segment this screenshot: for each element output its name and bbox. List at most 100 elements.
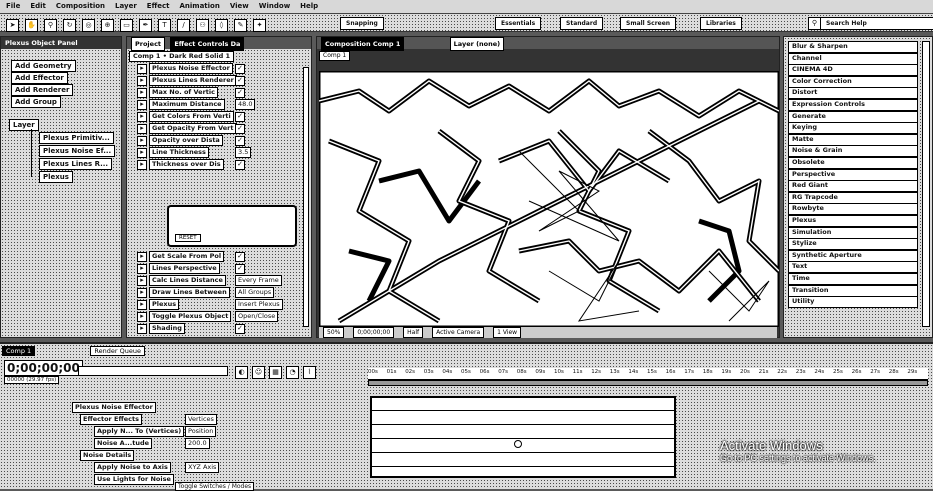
pan-behind-tool-icon[interactable]: ⊕	[101, 19, 114, 32]
effect2-value[interactable]: Open/Close	[235, 311, 279, 322]
add-group-button[interactable]: Add Group	[11, 96, 61, 108]
expand-icon[interactable]: ▸	[137, 148, 147, 158]
timeline-layer-row[interactable]: Noise A...tude 200.0	[0, 438, 360, 449]
expand-icon[interactable]: ▸	[137, 312, 147, 322]
tree-item-plexus[interactable]: Plexus	[39, 171, 73, 183]
add-renderer-button[interactable]: Add Renderer	[11, 84, 74, 96]
keyframe-icon[interactable]	[514, 440, 522, 448]
checkbox[interactable]: ✓	[235, 112, 245, 122]
checkbox[interactable]: ✓	[235, 124, 245, 134]
checkbox[interactable]: ✓	[235, 64, 245, 74]
checkbox[interactable]: ✓	[235, 264, 245, 274]
zoom-tool-icon[interactable]: ⚲	[44, 19, 57, 32]
effect-scrollbar[interactable]	[303, 67, 309, 327]
pen-tool-icon[interactable]: ✒	[139, 19, 152, 32]
menu-composition[interactable]: Composition	[56, 2, 105, 10]
timeline-layer-row[interactable]: Effector Effects Vertices	[0, 414, 360, 425]
menu-view[interactable]: View	[230, 2, 249, 10]
effect-category-item[interactable]: Stylize	[788, 238, 918, 251]
effect-category-item[interactable]: Synthetic Aperture	[788, 249, 918, 262]
tab-layer[interactable]: Layer (none)	[449, 37, 505, 51]
effect-category-item[interactable]: Utility	[788, 296, 918, 309]
search-help-input[interactable]: Search Help	[820, 17, 933, 30]
timeline-layer-value[interactable]: 200.0	[185, 438, 210, 449]
add-effector-button[interactable]: Add Effector	[11, 72, 68, 84]
expand-icon[interactable]: ▸	[137, 124, 147, 134]
graph-editor-icon[interactable]: ⌇	[303, 366, 316, 379]
timeline-search-input[interactable]	[78, 366, 228, 376]
comp-timecode[interactable]: 0;00;00;00	[353, 327, 395, 338]
hand-tool-icon[interactable]: ✋	[25, 19, 38, 32]
shy-icon[interactable]: ☺	[252, 366, 265, 379]
checkbox[interactable]: ✓	[235, 76, 245, 86]
zoom-dropdown[interactable]: 50%	[323, 327, 345, 338]
type-tool-icon[interactable]: T	[158, 19, 171, 32]
expand-icon[interactable]: ▸	[137, 76, 147, 86]
checkbox[interactable]: ✓	[235, 160, 245, 170]
time-ruler[interactable]: 00s 01s 02s 03s 04s 05s 06s 07s 08s 09s 10s 11s 12s 1…	[368, 368, 928, 380]
timeline-timecode[interactable]: 0;00;00;00	[4, 360, 83, 376]
effect-category-item[interactable]: Perspective	[788, 168, 918, 181]
effect-category-item[interactable]: Blur & Sharpen	[788, 41, 918, 53]
rotate-tool-icon[interactable]: ↻	[63, 19, 76, 32]
track-area[interactable]	[370, 396, 676, 478]
effect-category-item[interactable]: Noise & Grain	[788, 145, 918, 158]
workspace-small-screen[interactable]: Small Screen	[620, 17, 677, 30]
menu-layer[interactable]: Layer	[115, 2, 137, 10]
work-area-bar[interactable]	[368, 380, 928, 386]
effect-category-item[interactable]: Keying	[788, 122, 918, 135]
add-geometry-button[interactable]: Add Geometry	[11, 60, 76, 72]
menu-help[interactable]: Help	[300, 2, 318, 10]
comp-1-tab[interactable]: Comp 1	[319, 51, 351, 61]
motion-blur-icon[interactable]: ◔	[286, 366, 299, 379]
tab-composition[interactable]: Composition Comp 1	[321, 37, 405, 51]
timeline-layer-value[interactable]: Vertices	[185, 414, 217, 425]
timeline-layer-value[interactable]: XYZ Axis	[185, 462, 220, 473]
effect-category-item[interactable]: Simulation	[788, 226, 918, 239]
views-dropdown[interactable]: 1 View	[493, 327, 522, 338]
effect-category-item[interactable]: Expression Controls	[788, 99, 918, 111]
expand-icon[interactable]: ▸	[137, 288, 147, 298]
effect-category-item[interactable]: Red Giant	[788, 180, 918, 193]
graph-reset-button[interactable]: RESET	[175, 234, 201, 242]
tree-item-primitive[interactable]: Plexus Primitiv...	[39, 132, 114, 144]
snapping-toggle[interactable]: Snapping	[340, 17, 384, 30]
workspace-standard[interactable]: Standard	[560, 17, 604, 30]
menu-animation[interactable]: Animation	[179, 2, 219, 10]
effect-category-item[interactable]: RG Trapcode	[788, 191, 918, 204]
effect-category-item[interactable]: Time	[788, 273, 918, 285]
effect-value[interactable]: 48.0	[235, 99, 256, 110]
workspace-libraries[interactable]: Libraries	[700, 17, 742, 30]
effect2-value[interactable]: Insert Plexus	[235, 299, 283, 310]
effect-category-item[interactable]: Matte	[788, 133, 918, 146]
camera-tool-icon[interactable]: ◎	[82, 19, 95, 32]
effect2-value[interactable]: All Groups	[235, 287, 275, 298]
tree-root-layer[interactable]: Layer	[9, 119, 39, 131]
puppet-tool-icon[interactable]: ✦	[253, 19, 266, 32]
brush-tool-icon[interactable]: /	[177, 19, 190, 32]
effect-category-item[interactable]: Channel	[788, 52, 918, 65]
effect-category-item[interactable]: Transition	[788, 284, 918, 297]
expand-icon[interactable]: ▸	[137, 264, 147, 274]
effect-category-item[interactable]: Obsolete	[788, 157, 918, 169]
effect-category-item[interactable]: Generate	[788, 110, 918, 123]
workspace-essentials[interactable]: Essentials	[495, 17, 542, 30]
expand-icon[interactable]: ▸	[137, 88, 147, 98]
effect-category-item[interactable]: Text	[788, 261, 918, 274]
effect-category-item[interactable]: Distort	[788, 87, 918, 100]
expand-icon[interactable]: ▸	[137, 160, 147, 170]
toggle-switches-modes[interactable]: Toggle Switches / Modes	[175, 482, 255, 491]
expand-icon[interactable]: ▸	[137, 100, 147, 110]
expand-icon[interactable]: ▸	[137, 64, 147, 74]
effect-category-item[interactable]: CINEMA 4D	[788, 64, 918, 77]
draft-3d-icon[interactable]: ◐	[235, 366, 248, 379]
menu-file[interactable]: File	[6, 2, 20, 10]
camera-dropdown[interactable]: Active Camera	[432, 327, 485, 338]
checkbox[interactable]: ✓	[235, 324, 245, 334]
effect-category-item[interactable]: Plexus	[788, 215, 918, 227]
selection-tool-icon[interactable]: ➤	[6, 19, 19, 32]
checkbox[interactable]: ✓	[235, 88, 245, 98]
expand-icon[interactable]: ▸	[137, 300, 147, 310]
menu-window[interactable]: Window	[259, 2, 290, 10]
effect-value[interactable]: 3.5	[235, 147, 252, 158]
